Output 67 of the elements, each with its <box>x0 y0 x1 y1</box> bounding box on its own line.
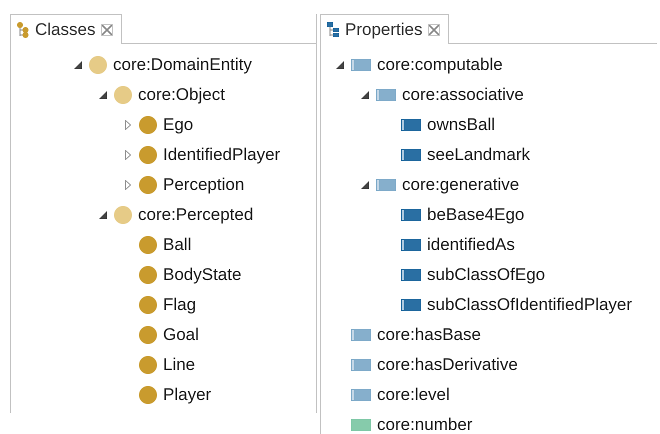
tab-title: Properties <box>345 20 422 40</box>
circle-icon <box>89 56 107 74</box>
circle-icon <box>139 296 157 314</box>
rectangle-icon <box>351 389 371 401</box>
tree-item[interactable]: ownsBall <box>427 115 496 135</box>
circle-icon <box>139 266 157 284</box>
circle-icon <box>139 146 157 164</box>
tree-item[interactable]: Ego <box>163 115 194 135</box>
tree-item[interactable]: subClassOfEgo <box>427 265 546 285</box>
view-tab[interactable]: Classes <box>11 14 122 44</box>
rectangle-icon <box>351 419 371 431</box>
rectangle-icon <box>376 179 396 191</box>
tree-icon <box>327 22 339 38</box>
view-tab[interactable]: Properties <box>321 14 450 44</box>
circle-icon <box>139 236 157 254</box>
expanded-arrow-icon[interactable] <box>336 61 344 69</box>
tree-item[interactable]: Perception <box>163 175 244 195</box>
circle-icon <box>139 356 157 374</box>
tab-title: Classes <box>35 20 96 40</box>
circle-icon <box>114 86 132 104</box>
rectangle-icon <box>401 299 421 311</box>
expanded-arrow-icon[interactable] <box>99 91 107 99</box>
tree-item[interactable]: core:computable <box>377 55 503 75</box>
circle-icon <box>139 116 157 134</box>
close-icon[interactable] <box>101 24 114 36</box>
expanded-arrow-icon[interactable] <box>361 91 369 99</box>
tree-item[interactable]: Goal <box>163 325 199 345</box>
tree-item[interactable]: core:associative <box>402 85 524 105</box>
collapsed-arrow-icon[interactable] <box>125 180 131 190</box>
tree-item[interactable]: core:generative <box>402 175 520 195</box>
tree-item[interactable]: beBase4Ego <box>427 205 524 225</box>
tree-item[interactable]: Ball <box>163 235 192 255</box>
tree-item[interactable]: seeLandmark <box>427 145 530 165</box>
rectangle-icon <box>351 329 371 341</box>
tree-item[interactable]: Player <box>163 385 212 405</box>
expanded-arrow-icon[interactable] <box>361 181 369 189</box>
tree-item[interactable]: IdentifiedPlayer <box>163 145 280 165</box>
rectangle-icon <box>376 89 396 101</box>
tree-item[interactable]: Flag <box>163 295 196 315</box>
circle-icon <box>114 206 132 224</box>
tree-item[interactable]: BodyState <box>163 265 242 285</box>
expanded-arrow-icon[interactable] <box>99 211 107 219</box>
collapsed-arrow-icon[interactable] <box>125 150 131 160</box>
tree-item[interactable]: core:DomainEntity <box>113 55 252 75</box>
tree-item[interactable]: subClassOfIdentifiedPlayer <box>427 295 632 315</box>
rectangle-icon <box>351 359 371 371</box>
tree-item[interactable]: core:hasBase <box>377 325 481 345</box>
tree-item[interactable]: Line <box>163 355 196 375</box>
circle-icon <box>139 386 157 404</box>
rectangle-icon <box>401 269 421 281</box>
circle-icon <box>139 326 157 344</box>
rectangle-icon <box>401 119 421 131</box>
tree-item[interactable]: core:Percepted <box>138 205 254 225</box>
rectangle-icon <box>401 149 421 161</box>
tree-item[interactable]: core:Object <box>138 85 225 105</box>
rectangle-icon <box>401 239 421 251</box>
rectangle-icon <box>401 209 421 221</box>
tree-item[interactable]: core:number <box>377 415 472 434</box>
tree-icon <box>17 22 29 38</box>
tree-item[interactable]: identifiedAs <box>427 235 515 255</box>
tree-item[interactable]: core:hasDerivative <box>377 355 518 375</box>
tree-item[interactable]: core:level <box>377 385 450 405</box>
close-icon[interactable] <box>428 24 440 36</box>
circle-icon <box>139 176 157 194</box>
collapsed-arrow-icon[interactable] <box>125 120 131 130</box>
rectangle-icon <box>351 59 371 71</box>
expanded-arrow-icon[interactable] <box>74 61 82 69</box>
